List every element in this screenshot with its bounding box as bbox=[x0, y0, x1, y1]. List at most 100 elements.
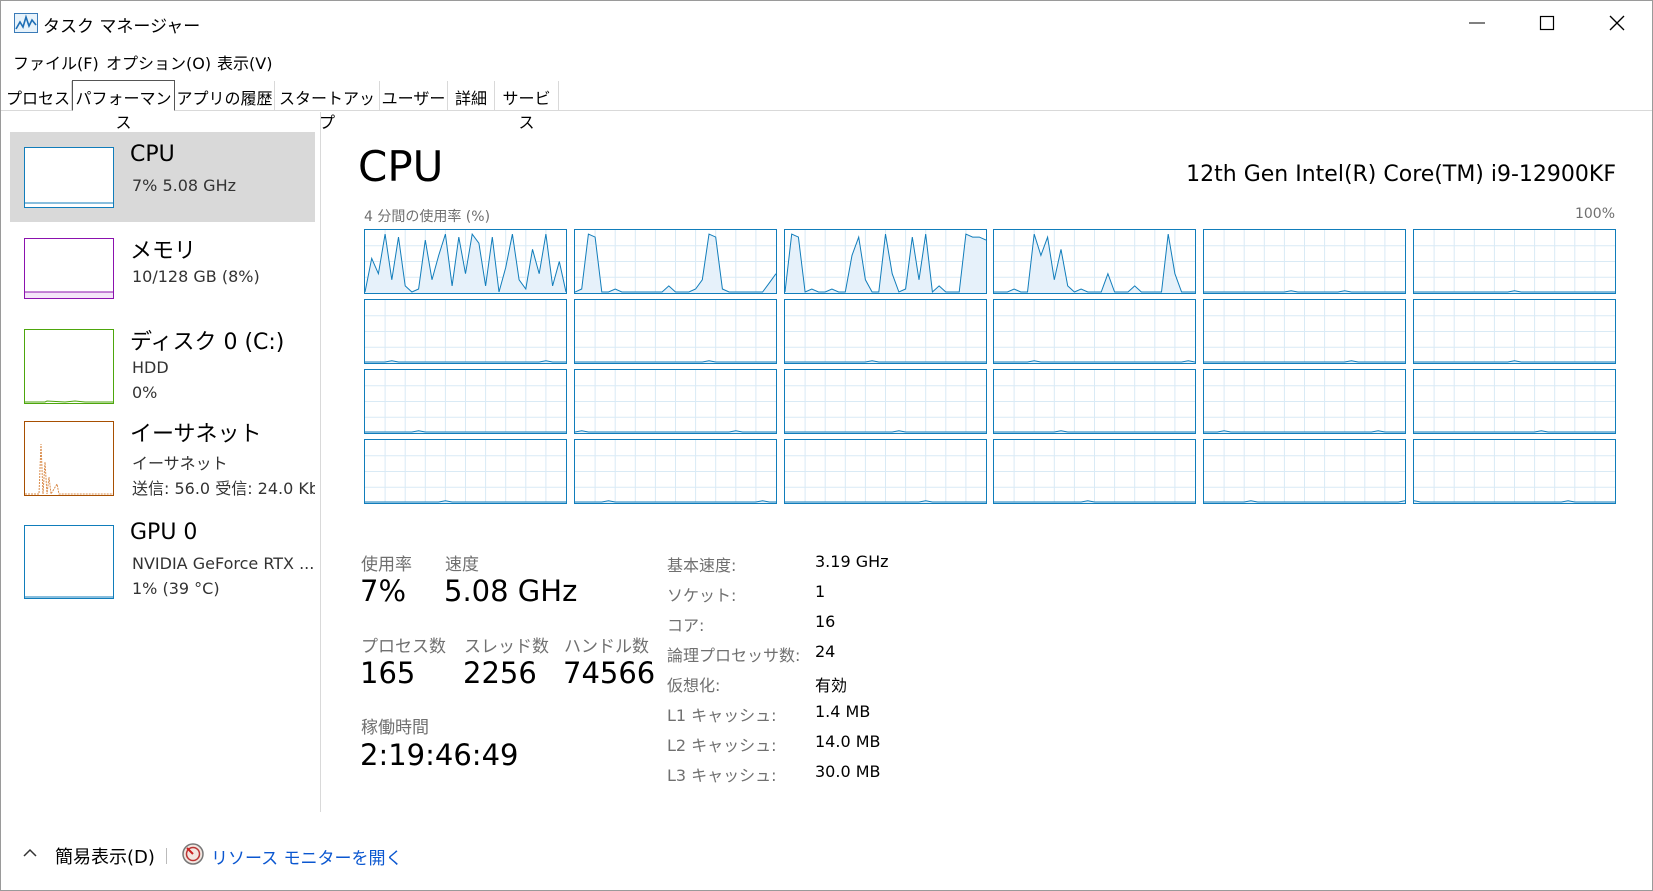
tab-processes[interactable]: プロセス bbox=[5, 81, 72, 111]
menu-file[interactable]: ファイル(F) bbox=[13, 50, 99, 74]
minimize-icon bbox=[1469, 22, 1485, 24]
processor-usage-chart bbox=[994, 230, 1196, 293]
processor-usage-chart bbox=[784, 300, 986, 363]
task-manager-app-icon bbox=[14, 13, 38, 33]
sidebar-item-name: イーサネット bbox=[130, 422, 262, 447]
logical-processor-graph bbox=[783, 299, 987, 364]
sidebar-item-ethernet[interactable]: イーサネット イーサネット 送信: 56.0 受信: 24.0 Kbps bbox=[10, 406, 315, 498]
window-title: タスク マネージャー bbox=[43, 17, 201, 37]
processor-usage-chart bbox=[784, 440, 986, 503]
logical-processor-graph bbox=[783, 439, 987, 504]
processor-usage-chart bbox=[365, 230, 566, 293]
tab-users[interactable]: ユーザー bbox=[380, 81, 448, 111]
open-resource-monitor-link[interactable]: リソース モニターを開く bbox=[211, 844, 403, 869]
logical-processor-graph bbox=[364, 369, 567, 434]
processor-usage-chart bbox=[574, 440, 776, 503]
logical-processor-graph bbox=[1413, 299, 1616, 364]
logical-processor-graph bbox=[993, 229, 1197, 294]
uptime-value: 2:19:46:49 bbox=[360, 738, 519, 772]
logical-processor-graph bbox=[993, 299, 1197, 364]
spec-label: 仮想化: bbox=[667, 676, 721, 695]
tab-app-history[interactable]: アプリの履歴 bbox=[175, 81, 275, 111]
spec-label: L2 キャッシュ: bbox=[667, 736, 777, 755]
spec-value: 24 bbox=[815, 642, 836, 661]
logical-processor-graph bbox=[1413, 439, 1616, 504]
tab-startup[interactable]: スタートアップ bbox=[275, 81, 380, 132]
speed-value: 5.08 GHz bbox=[444, 574, 578, 608]
maximize-icon bbox=[1539, 15, 1555, 31]
processor-usage-chart bbox=[1414, 370, 1615, 433]
spec-value: 16 bbox=[815, 612, 836, 631]
spec-value: 30.0 MB bbox=[815, 762, 881, 781]
handles-value: 74566 bbox=[563, 656, 656, 690]
spec-value: 14.0 MB bbox=[815, 732, 881, 751]
sidebar-item-detail: 10/128 GB (8%) bbox=[132, 267, 260, 286]
maximize-button[interactable] bbox=[1512, 1, 1582, 45]
close-button[interactable] bbox=[1582, 1, 1652, 45]
logical-processor-graph bbox=[573, 439, 777, 504]
logical-processor-graph bbox=[573, 229, 777, 294]
sidebar-item-name: CPU bbox=[130, 142, 175, 167]
sidebar-item-detail: HDD bbox=[132, 358, 169, 377]
spec-label: L3 キャッシュ: bbox=[667, 766, 777, 785]
logical-processor-graph bbox=[1203, 299, 1407, 364]
usage-value: 7% bbox=[360, 574, 407, 608]
sidebar-item-cpu[interactable]: CPU 7% 5.08 GHz bbox=[10, 132, 315, 222]
spec-label: 基本速度: bbox=[667, 556, 737, 575]
spec-label: ソケット: bbox=[667, 586, 737, 605]
task-manager-window: タスク マネージャー ファイル(F) オプション(O) 表示(V) プロセス パ… bbox=[0, 0, 1653, 891]
processes-value: 165 bbox=[360, 656, 416, 690]
processor-usage-chart bbox=[784, 370, 986, 433]
tab-performance[interactable]: パフォーマンス bbox=[72, 80, 175, 132]
chevron-up-icon[interactable] bbox=[23, 846, 37, 860]
logical-processor-graph bbox=[364, 299, 567, 364]
processor-usage-chart bbox=[784, 230, 986, 293]
sidebar-item-detail: 1% (39 °C) bbox=[132, 579, 220, 598]
tab-services[interactable]: サービス bbox=[495, 81, 559, 132]
title-bar[interactable]: タスク マネージャー bbox=[1, 1, 1652, 45]
processor-usage-chart bbox=[1414, 230, 1615, 293]
graph-caption: 4 分間の使用率 (%) bbox=[364, 209, 491, 225]
logical-processor-graph bbox=[1203, 229, 1407, 294]
disk-thumbnail-graph bbox=[24, 329, 114, 404]
sidebar-item-detail: 送信: 56.0 受信: 24.0 Kbps bbox=[132, 479, 315, 498]
spec-label: コア: bbox=[667, 616, 705, 635]
spec-label: L1 キャッシュ: bbox=[667, 706, 777, 725]
logical-processor-graph bbox=[993, 369, 1197, 434]
usage-label: 使用率 bbox=[361, 555, 412, 575]
sidebar-item-name: GPU 0 bbox=[130, 520, 198, 545]
ethernet-thumbnail-graph bbox=[24, 421, 114, 496]
processor-usage-chart bbox=[994, 370, 1196, 433]
sidebar-item-detail: 0% bbox=[132, 383, 158, 402]
processor-usage-chart bbox=[574, 230, 776, 293]
footer-divider bbox=[166, 848, 167, 864]
sidebar-item-detail: 7% 5.08 GHz bbox=[132, 176, 237, 195]
logical-processor-graph bbox=[573, 299, 777, 364]
processor-usage-chart bbox=[365, 440, 566, 503]
simple-view-link[interactable]: 簡易表示(D) bbox=[55, 843, 155, 869]
sidebar-item-disk[interactable]: ディスク 0 (C:) HDD 0% bbox=[10, 314, 315, 404]
logical-processor-graph bbox=[573, 369, 777, 434]
sidebar-item-memory[interactable]: メモリ 10/128 GB (8%) bbox=[10, 223, 315, 313]
sidebar-item-name: ディスク 0 (C:) bbox=[130, 330, 285, 355]
minimize-button[interactable] bbox=[1442, 1, 1512, 45]
processor-usage-chart bbox=[574, 370, 776, 433]
menu-view[interactable]: 表示(V) bbox=[217, 50, 272, 74]
close-icon bbox=[1609, 15, 1625, 31]
tab-details[interactable]: 詳細 bbox=[448, 81, 495, 111]
processor-usage-chart bbox=[1204, 370, 1406, 433]
sidebar-item-gpu[interactable]: GPU 0 NVIDIA GeForce RTX ... 1% (39 °C) bbox=[10, 510, 315, 600]
menu-bar: ファイル(F) オプション(O) 表示(V) bbox=[1, 48, 1652, 74]
menu-options[interactable]: オプション(O) bbox=[106, 50, 211, 74]
gpu-thumbnail-graph bbox=[24, 525, 114, 599]
cpu-detail-panel: CPU 12th Gen Intel(R) Core(TM) i9-12900K… bbox=[323, 112, 1652, 812]
cpu-model-name: 12th Gen Intel(R) Core(TM) i9-12900KF bbox=[1186, 162, 1616, 187]
processor-usage-chart bbox=[994, 440, 1196, 503]
graph-max-label: 100% bbox=[1574, 206, 1615, 222]
logical-processor-graph bbox=[364, 229, 567, 294]
processes-label: プロセス数 bbox=[361, 637, 446, 657]
cpu-thumbnail-graph bbox=[24, 147, 114, 208]
sidebar-item-detail: NVIDIA GeForce RTX ... bbox=[132, 554, 315, 573]
sidebar-item-detail: イーサネット bbox=[132, 454, 228, 473]
spec-value: 3.19 GHz bbox=[815, 552, 889, 571]
